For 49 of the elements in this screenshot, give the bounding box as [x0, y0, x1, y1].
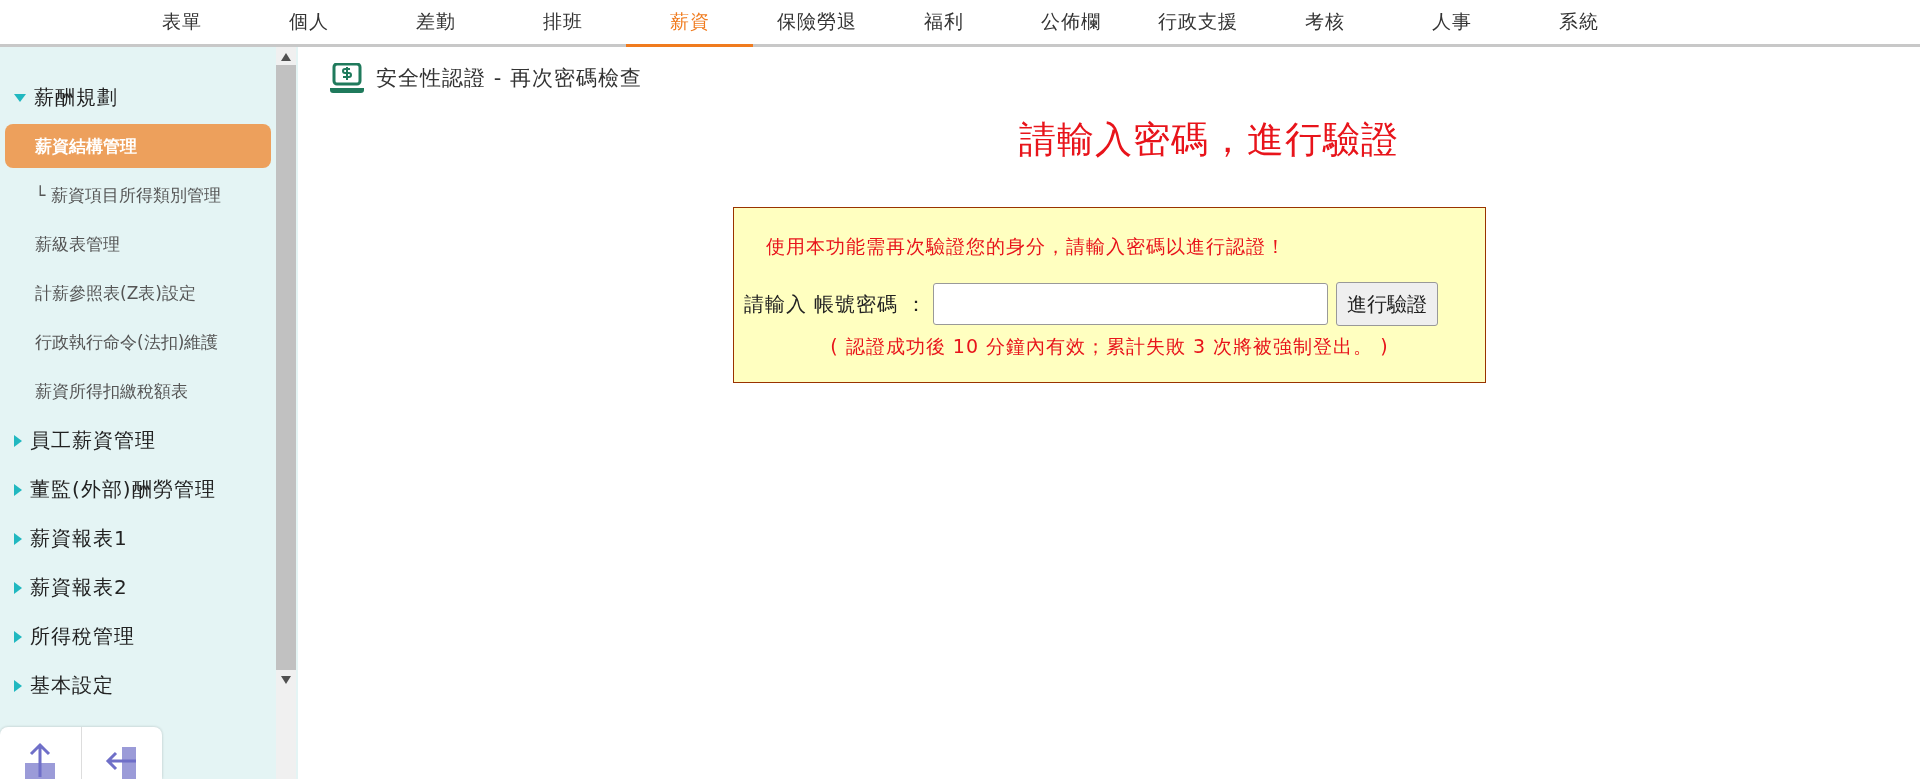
- group-label: 薪酬規劃: [34, 84, 118, 111]
- sidebar-item[interactable]: 薪資所得扣繳稅額表: [5, 369, 271, 413]
- group-label: 員工薪資管理: [30, 427, 156, 454]
- caret-right-icon: [14, 679, 22, 692]
- sidebar-item[interactable]: 行政執行命令(法扣)維護: [5, 320, 271, 364]
- password-field[interactable]: [932, 283, 1328, 325]
- nav-tab[interactable]: 差勤: [372, 0, 499, 47]
- group-label: 薪資報表1: [30, 525, 128, 552]
- nav-tab[interactable]: 考核: [1261, 0, 1388, 47]
- caret-right-icon: [14, 581, 22, 594]
- sidebar-item[interactable]: └ 薪資項目所得類別管理: [5, 173, 271, 217]
- nav-tab[interactable]: 系統: [1515, 0, 1642, 47]
- arrow-up-icon: [23, 741, 58, 779]
- scroll-up-icon[interactable]: [281, 53, 291, 61]
- caret-down-icon: [14, 93, 26, 102]
- scrollbar-thumb[interactable]: [276, 65, 296, 670]
- nav-tab[interactable]: 人事: [1388, 0, 1515, 47]
- caret-right-icon: [14, 630, 22, 643]
- money-laptop-icon: [330, 63, 364, 93]
- group-label: 所得稅管理: [30, 623, 135, 650]
- nav-tab[interactable]: 排班: [499, 0, 626, 47]
- caret-right-icon: [14, 532, 22, 545]
- nav-tab[interactable]: 保險勞退: [753, 0, 880, 47]
- nav-tab[interactable]: 福利: [880, 0, 1007, 47]
- nav-tab[interactable]: 公佈欄: [1007, 0, 1134, 47]
- nav-tab[interactable]: 個人: [245, 0, 372, 47]
- sidebar-item[interactable]: 計薪參照表(Z表)設定: [5, 271, 271, 315]
- sidebar-item[interactable]: 薪級表管理: [5, 222, 271, 266]
- message: 使用本功能需再次驗證您的身分，請輸入密碼以進行認證！: [766, 234, 1286, 259]
- note: ( 認證成功後 10 分鐘內有效；累計失敗 3 次將被強制登出。 ): [830, 334, 1389, 359]
- sidebar-group[interactable]: 基本設定: [0, 661, 276, 710]
- page-title: 安全性認證 - 再次密碼檢查: [376, 65, 642, 92]
- sidebar-group[interactable]: 薪資報表1: [0, 514, 276, 563]
- sidebar-group[interactable]: 董監(外部)酬勞管理: [0, 465, 276, 514]
- verify-button[interactable]: 進行驗證: [1335, 282, 1438, 326]
- group-label: 基本設定: [30, 672, 114, 699]
- caret-right-icon: [14, 483, 22, 496]
- group-label: 董監(外部)酬勞管理: [30, 476, 216, 503]
- nav-tab[interactable]: 表單: [118, 0, 245, 47]
- sidebar-group[interactable]: 所得稅管理: [0, 612, 276, 661]
- nav-tab[interactable]: 行政支援: [1134, 0, 1261, 47]
- group-label: 薪資報表2: [30, 574, 128, 601]
- heading: 請輸入密碼，進行驗證: [1019, 118, 1399, 161]
- sidebar-group[interactable]: 員工薪資管理: [0, 416, 276, 465]
- caret-right-icon: [14, 434, 22, 447]
- sidebar-group[interactable]: 薪酬規劃: [0, 73, 276, 122]
- field-label: 請輸入 帳號密碼 ：: [744, 290, 927, 318]
- sidebar-group[interactable]: 薪資報表2: [0, 563, 276, 612]
- scroll-down-icon[interactable]: [281, 676, 291, 684]
